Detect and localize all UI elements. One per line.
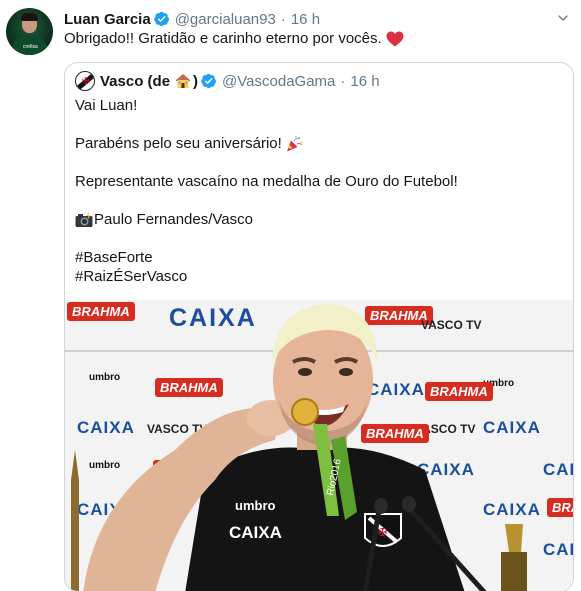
quoted-author-name[interactable]: Vasco (de [100, 73, 170, 90]
quoted-verified-badge-icon [201, 73, 217, 89]
svg-text:✠: ✠ [378, 526, 387, 539]
author-name[interactable]: Luan Garcia [64, 11, 151, 28]
hashtag-text[interactable]: #BaseForte [75, 248, 153, 267]
header-separator: · [280, 10, 286, 28]
avatar-logo-text: crefisa [23, 44, 38, 50]
heart-emoji-icon [386, 31, 404, 46]
quoted-line-text: Representante vascaíno na medalha de Our… [75, 173, 458, 190]
quoted-separator: · [340, 72, 346, 90]
tweet-timestamp[interactable]: 16 h [291, 11, 320, 28]
player-figure: Rio2016 umbro CAIXA ✠ [71, 304, 527, 591]
avatar-hair [21, 13, 38, 21]
hashtag-text[interactable]: #RaizÉSerVasco [75, 267, 187, 286]
quoted-line: Parabéns pelo seu aniversário! [75, 134, 565, 153]
quoted-text: Vai Luan! Parabéns pelo seu aniversário!… [75, 96, 565, 286]
author-avatar[interactable]: crefisa [6, 8, 53, 55]
quoted-line: Paulo Fernandes/Vasco [75, 210, 565, 229]
chevron-down-icon[interactable] [557, 12, 569, 24]
party-popper-emoji-icon [286, 136, 303, 152]
tweet-text-content: Obrigado!! Gratidão e carinho eterno por… [64, 30, 382, 47]
tweet-text: Obrigado!! Gratidão e carinho eterno por… [64, 30, 404, 47]
tweet-header: Luan Garcia @garcialuan93 · 16 h [64, 9, 320, 29]
quoted-timestamp[interactable]: 16 h [350, 73, 379, 90]
quoted-handle[interactable]: @VascodaGama [222, 73, 335, 90]
quoted-line: Vai Luan! [75, 96, 565, 115]
quoted-line-text: Vai Luan! [75, 97, 138, 114]
shirt-caixa-text: CAIXA [229, 523, 282, 542]
hashtag-link[interactable]: #BaseForte [75, 248, 565, 267]
quoted-header: ✠ Vasco (de ) @VascodaGama · 16 h [75, 71, 380, 91]
quoted-line-text: Parabéns pelo seu aniversário! [75, 135, 282, 152]
quoted-tweet[interactable]: ✠ Vasco (de ) @VascodaGama · 16 h Vai Lu… [64, 62, 574, 591]
house-emoji-icon [176, 74, 191, 88]
quoted-media-photo[interactable]: BRAHMA CAIXA BRAHMA VASCO TV umbro BRAHM… [65, 300, 573, 591]
verified-badge-icon [153, 11, 169, 27]
quoted-avatar[interactable]: ✠ [75, 71, 95, 91]
quoted-line-text: Paulo Fernandes/Vasco [94, 211, 253, 228]
tweet[interactable]: crefisa Luan Garcia @garcialuan93 · 16 h… [0, 0, 581, 591]
quoted-line: Representante vascaíno na medalha de Our… [75, 172, 565, 191]
camera-flash-emoji-icon [75, 211, 93, 227]
hashtag-link[interactable]: #RaizÉSerVasco [75, 267, 565, 286]
quoted-name-close: ) [193, 72, 199, 90]
author-handle[interactable]: @garcialuan93 [175, 11, 276, 28]
shirt-umbro-text: umbro [235, 498, 276, 513]
vasco-cross-icon: ✠ [82, 76, 90, 86]
